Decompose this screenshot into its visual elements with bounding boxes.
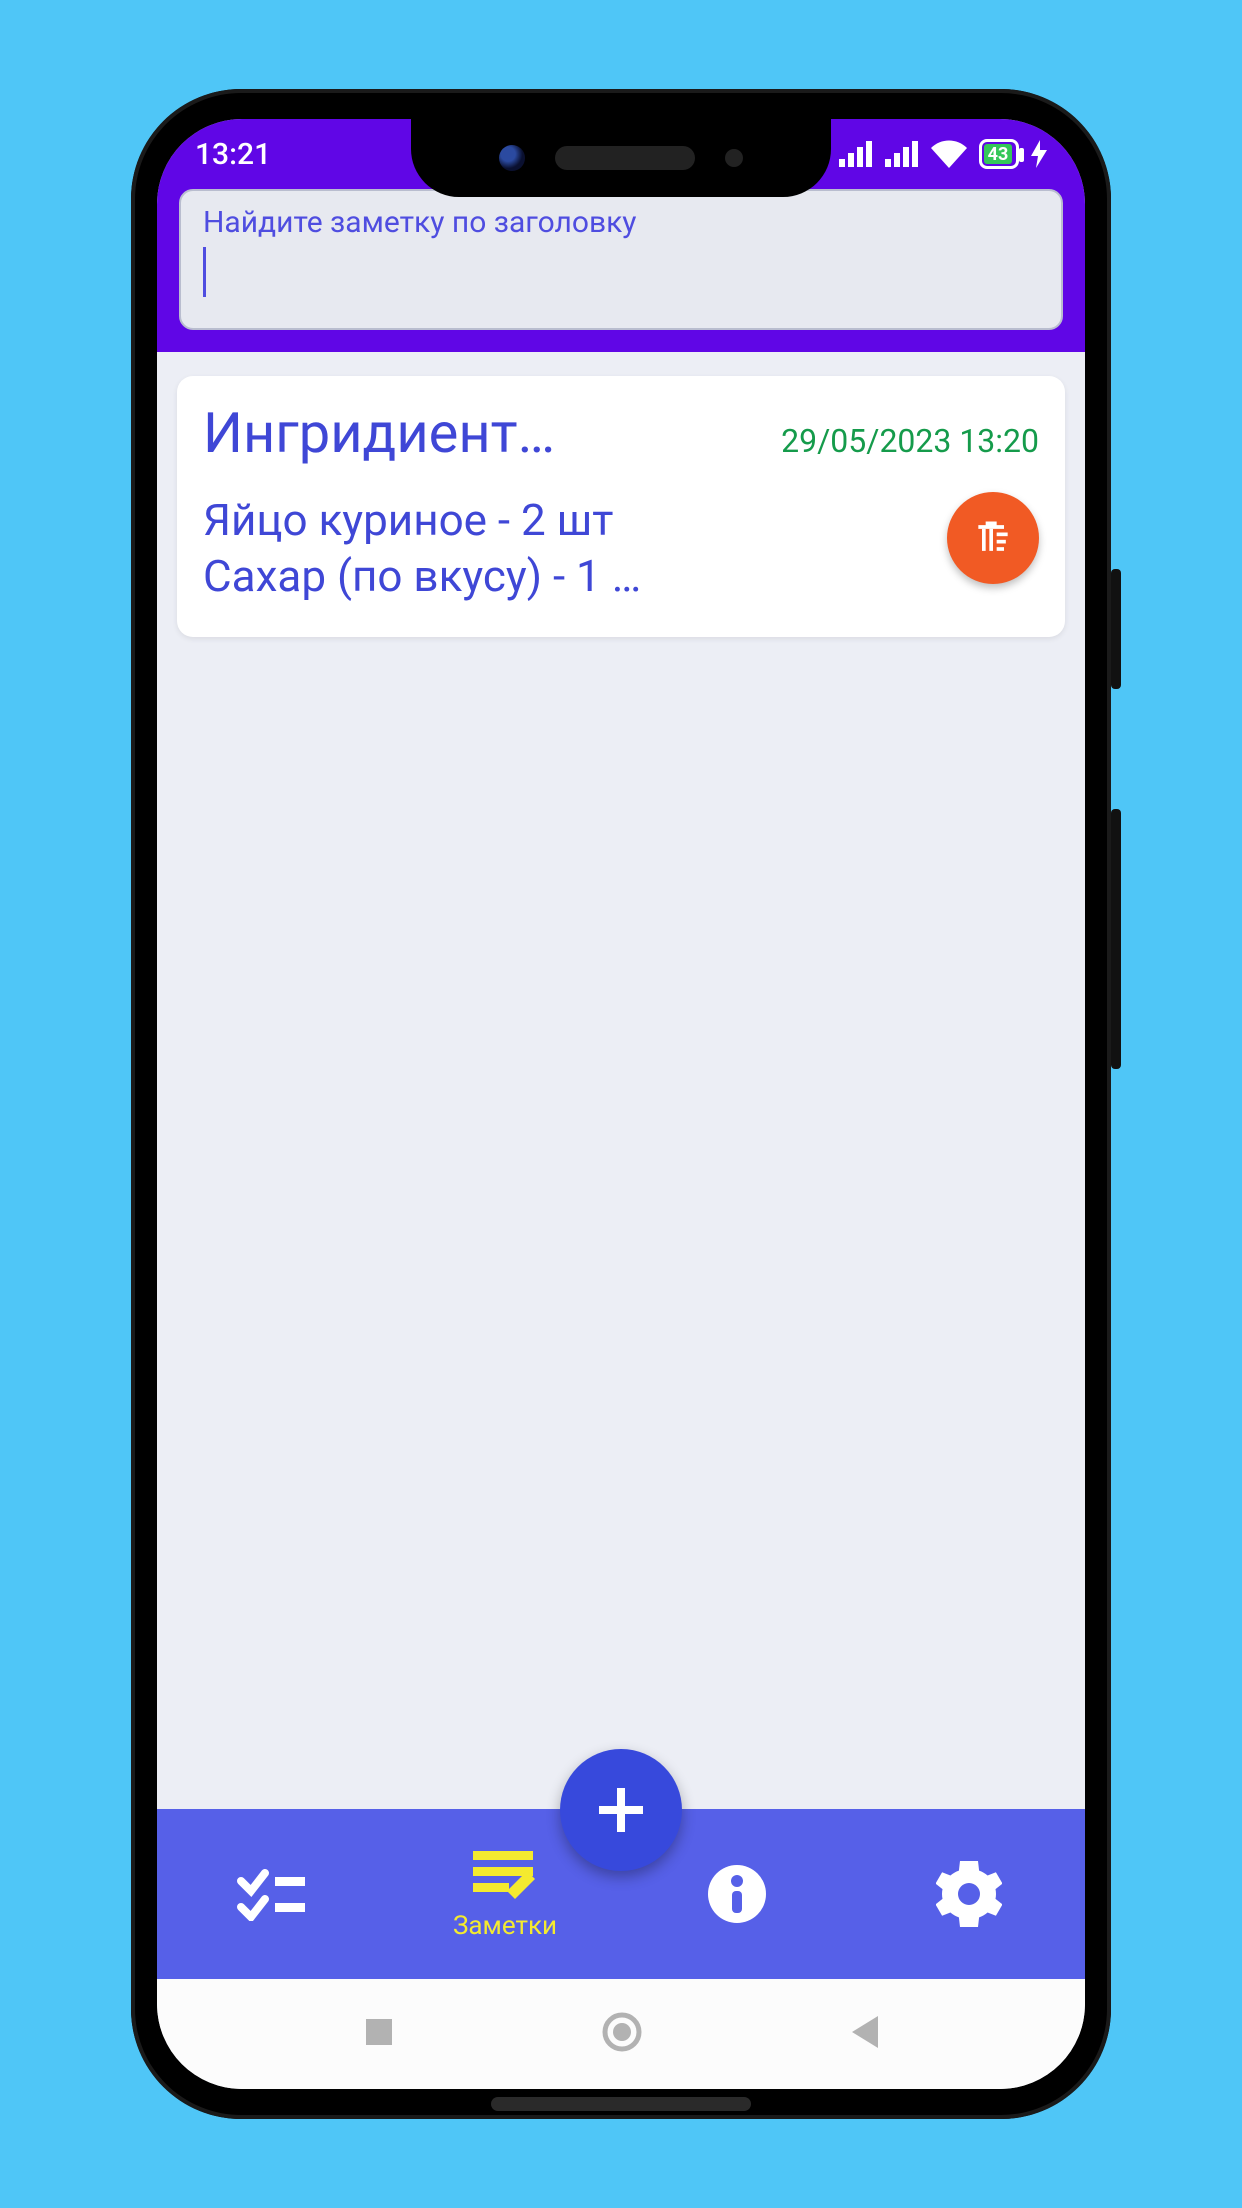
signal-icon — [885, 141, 919, 167]
battery-icon: 43 — [979, 139, 1019, 169]
tab-notes-label: Заметки — [453, 1911, 557, 1941]
speaker-grille — [555, 146, 695, 170]
note-timestamp: 29/05/2023 13:20 — [781, 422, 1039, 460]
trash-icon — [971, 516, 1015, 560]
phone-frame: 13:21 43 — [131, 89, 1111, 2119]
note-preview: Яйцо куриное - 2 шт Сахар (по вкусу) - 1… — [203, 492, 925, 605]
camera-dot — [499, 145, 525, 171]
notes-icon — [469, 1847, 541, 1903]
wifi-icon — [931, 140, 967, 168]
android-home-button[interactable] — [601, 2011, 643, 2057]
hw-button — [1111, 809, 1121, 1069]
search-area: Найдите заметку по заголовку — [157, 189, 1085, 352]
tab-settings[interactable] — [853, 1861, 1085, 1927]
status-time: 13:21 — [195, 137, 271, 172]
tab-checklist[interactable] — [157, 1867, 389, 1921]
signal-icon — [839, 141, 873, 167]
note-card[interactable]: Ингридиент… 29/05/2023 13:20 Яйцо курино… — [177, 376, 1065, 637]
sensor-dot — [725, 149, 743, 167]
tab-notes[interactable]: Заметки — [389, 1847, 621, 1941]
checklist-icon — [237, 1867, 309, 1921]
android-recent-button[interactable] — [360, 2013, 398, 2055]
screen: 13:21 43 — [157, 119, 1085, 2089]
hw-button — [1111, 569, 1121, 689]
battery-pct: 43 — [984, 144, 1012, 164]
notes-list[interactable]: Ингридиент… 29/05/2023 13:20 Яйцо курино… — [157, 352, 1085, 1809]
app-root: Найдите заметку по заголовку Ингридиент…… — [157, 189, 1085, 2089]
search-label: Найдите заметку по заголовку — [203, 205, 1039, 240]
android-back-button[interactable] — [846, 2012, 882, 2056]
phone-chin — [491, 2097, 751, 2111]
android-nav-bar — [157, 1979, 1085, 2089]
gear-icon — [936, 1861, 1002, 1927]
status-icons: 43 — [839, 139, 1047, 169]
info-icon — [706, 1863, 768, 1925]
tab-info[interactable] — [621, 1863, 853, 1925]
add-note-fab[interactable] — [560, 1749, 682, 1871]
charging-icon — [1031, 140, 1047, 168]
plus-icon — [589, 1778, 653, 1842]
notch — [411, 119, 831, 197]
note-title: Ингридиент… — [203, 400, 555, 466]
delete-note-button[interactable] — [947, 492, 1039, 584]
search-box[interactable]: Найдите заметку по заголовку — [179, 189, 1063, 330]
bottom-nav: Заметки — [157, 1809, 1085, 1979]
search-input[interactable] — [206, 246, 1039, 298]
